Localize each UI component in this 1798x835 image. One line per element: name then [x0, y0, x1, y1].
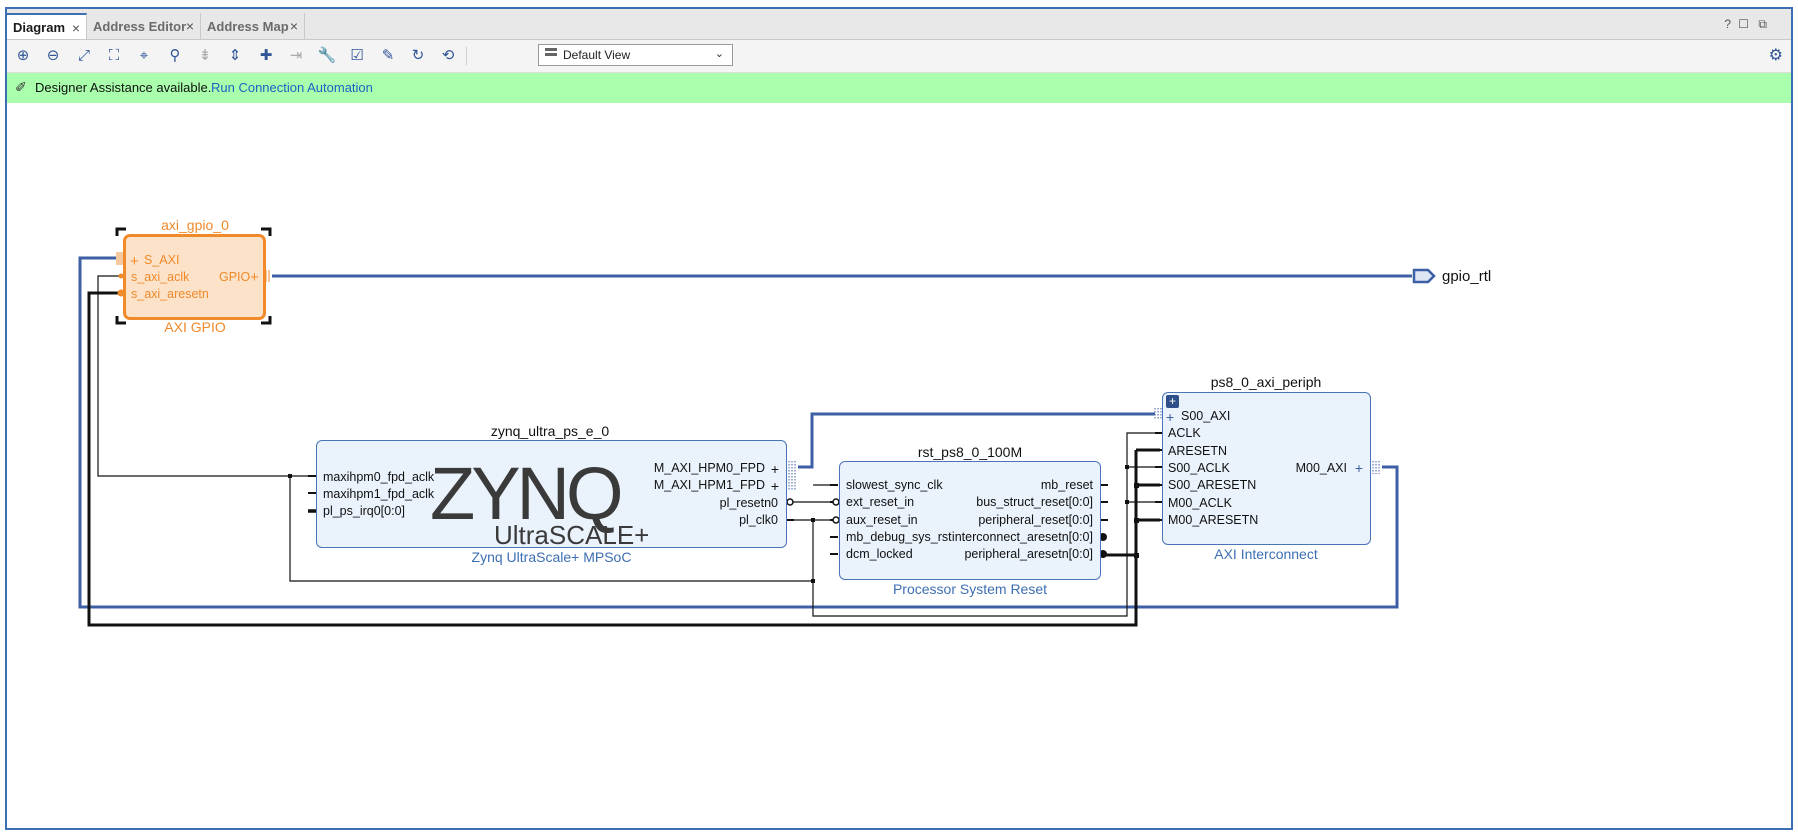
tab-address-map[interactable]: Address Map ×: [201, 13, 305, 39]
expand-plus-icon[interactable]: +: [1166, 409, 1174, 425]
port-aux-reset-in[interactable]: aux_reset_in: [846, 513, 918, 527]
interconnect-instance-name: ps8_0_axi_periph: [1210, 374, 1322, 390]
external-port-gpio-rtl[interactable]: gpio_rtl: [1442, 268, 1491, 285]
collapse-icon[interactable]: ⇟: [195, 45, 215, 65]
proc-sys-reset-block[interactable]: slowest_sync_clk ext_reset_in aux_reset_…: [839, 461, 1101, 580]
port-s-axi-aclk[interactable]: s_axi_aclk: [131, 270, 189, 284]
gpio-type-label: AXI GPIO: [164, 319, 226, 335]
zynq-type-label: Zynq UltraScale+ MPSoC: [471, 549, 632, 565]
port-pl-ps-irq0[interactable]: pl_ps_irq0[0:0]: [323, 504, 405, 518]
tab-diagram[interactable]: Diagram ×: [7, 13, 87, 39]
make-external-icon[interactable]: ⇥: [286, 45, 306, 65]
port-m-axi-hpm0-fpd[interactable]: M_AXI_HPM0_FPD: [654, 461, 765, 475]
wrench-icon[interactable]: 🔧: [317, 45, 337, 65]
expand-plus-icon[interactable]: +: [130, 253, 139, 270]
port-s-axi-aresetn[interactable]: s_axi_aresetn: [131, 287, 209, 301]
tab-address-editor[interactable]: Address Editor ×: [87, 13, 201, 39]
port-gpio[interactable]: GPIO: [219, 270, 250, 284]
port-m-axi-hpm1-fpd[interactable]: M_AXI_HPM1_FPD: [654, 478, 765, 492]
view-list-icon: [545, 48, 557, 60]
port-m00-axi[interactable]: M00_AXI: [1296, 461, 1347, 475]
port-pl-resetn0[interactable]: pl_resetn0: [720, 496, 778, 510]
port-maxihpm0-fpd-aclk[interactable]: maxihpm0_fpd_aclk: [323, 470, 434, 484]
port-pl-clk0[interactable]: pl_clk0: [739, 513, 778, 527]
gpio-instance-name: axi_gpio_0: [161, 217, 229, 233]
port-peripheral-reset[interactable]: peripheral_reset[0:0]: [978, 513, 1093, 527]
close-icon[interactable]: ×: [186, 18, 194, 34]
zoom-in-icon[interactable]: ⊕: [13, 45, 33, 65]
port-aclk[interactable]: ACLK: [1168, 426, 1201, 440]
maximize-icon[interactable]: ☐: [1738, 17, 1749, 31]
port-slowest-sync-clk[interactable]: slowest_sync_clk: [846, 478, 943, 492]
toolbar-separator: [466, 47, 467, 65]
add-ip-icon[interactable]: ✚: [256, 45, 276, 65]
expand-plus-icon[interactable]: +: [771, 461, 779, 477]
port-m00-aclk[interactable]: M00_ACLK: [1168, 496, 1232, 510]
ultrascale-logo: UltraSCALE+: [494, 520, 650, 550]
port-bus-struct-reset[interactable]: bus_struct_reset[0:0]: [976, 495, 1093, 509]
float-icon[interactable]: ⧉: [1758, 17, 1767, 32]
view-select[interactable]: Default View ⌄: [538, 44, 733, 66]
port-ext-reset-in[interactable]: ext_reset_in: [846, 495, 914, 509]
expand-plus-icon[interactable]: +: [1355, 460, 1363, 476]
validate-icon[interactable]: ☑: [347, 45, 367, 65]
assist-pin-icon: ✐: [15, 79, 27, 95]
zoom-out-icon[interactable]: ⊖: [43, 45, 63, 65]
toolbar: ⊕ ⊖ ⤢ ⛶ ⌖ ⚲ ⇟ ⇕ ✚ ⇥ 🔧 ☑ ✎ ↻ ⟲ Default Vi…: [7, 40, 1791, 73]
diagram-window: Diagram × Address Editor × Address Map ×…: [5, 7, 1793, 830]
port-s-axi[interactable]: S_AXI: [144, 253, 179, 267]
assist-message: Designer Assistance available.: [35, 80, 212, 95]
port-s00-aclk[interactable]: S00_ACLK: [1168, 461, 1230, 475]
port-s00-aresetn[interactable]: S00_ARESETN: [1168, 478, 1256, 492]
close-icon[interactable]: ×: [290, 18, 298, 34]
axi-gpio-block[interactable]: + S_AXI s_axi_aclk s_axi_aresetn GPIO +: [123, 234, 266, 320]
zynq-instance-name: zynq_ultra_ps_e_0: [490, 423, 610, 439]
run-connection-automation-link[interactable]: Run Connection Automation: [211, 80, 373, 95]
view-select-value: Default View: [563, 48, 631, 62]
port-m00-aresetn[interactable]: M00_ARESETN: [1168, 513, 1258, 527]
port-s00-axi[interactable]: S00_AXI: [1181, 409, 1230, 423]
designer-assistance-bar: ✐ Designer Assistance available. Run Con…: [7, 73, 1791, 103]
tab-label: Diagram: [13, 19, 66, 35]
axi-interconnect-block[interactable]: + + S00_AXI ACLK ARESETN S00_ACLK S00_AR…: [1162, 392, 1371, 545]
port-peripheral-aresetn[interactable]: peripheral_aresetn[0:0]: [964, 547, 1093, 561]
tab-label: Address Map: [207, 18, 289, 34]
port-interconnect-aresetn[interactable]: interconnect_aresetn[0:0]: [952, 530, 1093, 544]
chevron-down-icon: ⌄: [714, 48, 724, 60]
tab-label: Address Editor: [93, 18, 187, 34]
pin-icon[interactable]: ✎: [378, 45, 398, 65]
gear-icon[interactable]: ⚙: [1769, 45, 1783, 65]
port-dcm-locked[interactable]: dcm_locked: [846, 547, 913, 561]
regenerate-layout-icon[interactable]: ⟲: [438, 45, 458, 65]
port-mb-debug-sys-rst[interactable]: mb_debug_sys_rst: [846, 530, 952, 544]
expand-plus-icon[interactable]: +: [771, 478, 779, 494]
zoom-fit-icon[interactable]: ⤢: [74, 45, 94, 65]
search-icon[interactable]: ⚲: [165, 45, 185, 65]
reset-instance-name: rst_ps8_0_100M: [917, 444, 1023, 460]
port-maxihpm1-fpd-aclk[interactable]: maxihpm1_fpd_aclk: [323, 487, 434, 501]
interconnect-type-label: AXI Interconnect: [1214, 546, 1318, 562]
zoom-area-icon[interactable]: ⛶: [104, 45, 124, 65]
close-icon[interactable]: ×: [72, 20, 80, 36]
help-icon[interactable]: ?: [1724, 17, 1731, 31]
reset-type-label: Processor System Reset: [892, 581, 1048, 597]
center-icon[interactable]: ⌖: [134, 45, 154, 65]
expand-plus-icon[interactable]: +: [250, 269, 259, 286]
port-mb-reset[interactable]: mb_reset: [1041, 478, 1093, 492]
port-aresetn[interactable]: ARESETN: [1168, 444, 1227, 458]
refresh-icon[interactable]: ↻: [408, 45, 428, 65]
expand-icon[interactable]: ⇕: [225, 45, 245, 65]
tab-bar: Diagram × Address Editor × Address Map ×…: [7, 9, 1791, 40]
expand-hierarchy-icon[interactable]: +: [1166, 395, 1179, 408]
